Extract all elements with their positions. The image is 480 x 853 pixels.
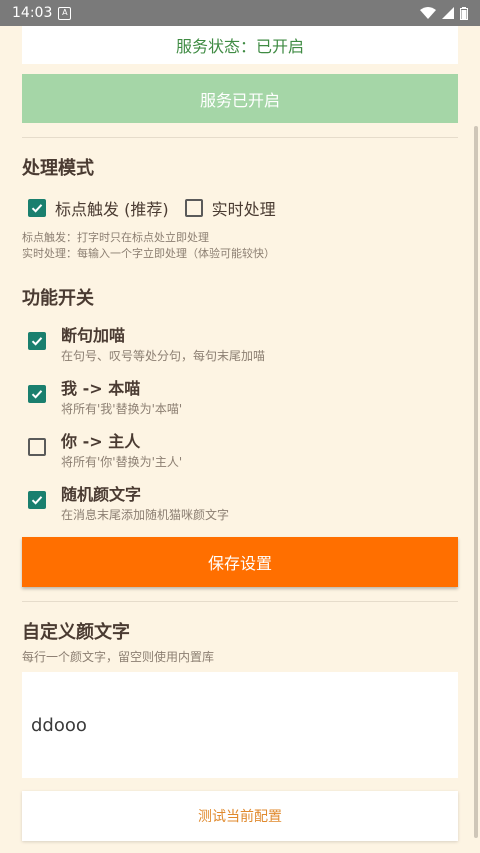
service-status-text: 服务状态：已开启 [175, 37, 304, 56]
feature-description: 在句号、叹号等处分句，每句末尾加喵 [61, 349, 266, 363]
feature-description: 将所有'我'替换为'本喵' [61, 402, 183, 416]
feature-title: 我 -> 本喵 [61, 379, 141, 398]
checkbox-unchecked-icon[interactable] [28, 438, 46, 456]
divider [22, 137, 458, 138]
signal-icon [442, 7, 454, 19]
test-config-button[interactable]: 测试当前配置 [22, 791, 458, 841]
features-section-title: 功能开关 [22, 288, 94, 309]
mode-option-realtime[interactable]: 实时处理 [184, 196, 276, 220]
notification-icon: A [58, 6, 72, 20]
save-settings-button[interactable]: 保存设置 [22, 537, 458, 587]
feature-title: 你 -> 主人 [61, 432, 141, 451]
feature-item-random-kaomoji[interactable]: 随机颜文字 在消息末尾添加随机猫咪颜文字 [28, 484, 229, 524]
mode-option-punctuation[interactable]: 标点触发 (推荐) [28, 196, 169, 220]
feature-description: 在消息末尾添加随机猫咪颜文字 [61, 508, 230, 522]
custom-kaomoji-input[interactable]: ddooo [22, 672, 458, 778]
divider [22, 601, 458, 602]
feature-title: 断句加喵 [61, 326, 126, 345]
scrollbar[interactable] [474, 126, 478, 838]
mode-hint-line: 实时处理：每输入一个字立即处理（体验可能较快） [22, 247, 275, 260]
checkbox-unchecked-icon[interactable] [184, 199, 203, 217]
mode-hint-line: 标点触发：打字时只在标点处立即处理 [22, 231, 209, 244]
custom-hint: 每行一个颜文字，留空则使用内置库 [22, 650, 215, 664]
status-bar: 14:03 A [0, 0, 480, 26]
clock: 14:03 [12, 5, 53, 21]
checkbox-checked-icon[interactable] [28, 332, 46, 350]
checkbox-checked-icon[interactable] [28, 199, 46, 217]
feature-item-sentence-meow[interactable]: 断句加喵 在句号、叹号等处分句，每句末尾加喵 [28, 325, 265, 365]
battery-icon [460, 6, 468, 20]
feature-description: 将所有'你'替换为'主人' [61, 455, 183, 469]
save-settings-label: 保存设置 [207, 554, 272, 573]
feature-item-me-replace[interactable]: 我 -> 本喵 将所有'我'替换为'本喵' [28, 378, 182, 418]
feature-item-you-replace[interactable]: 你 -> 主人 将所有'你'替换为'主人' [28, 431, 182, 471]
mode-section-title: 处理模式 [22, 158, 94, 179]
checkbox-checked-icon[interactable] [28, 385, 46, 403]
custom-kaomoji-value: ddooo [31, 714, 87, 736]
mode-option-label: 实时处理 [211, 200, 276, 219]
custom-section-title: 自定义颜文字 [22, 622, 130, 643]
feature-title: 随机颜文字 [61, 485, 142, 504]
service-toggle-button[interactable]: 服务已开启 [22, 74, 458, 123]
service-toggle-label: 服务已开启 [199, 90, 280, 110]
mode-option-label: 标点触发 (推荐) [55, 200, 169, 219]
test-config-label: 测试当前配置 [198, 809, 282, 825]
mode-hints: 标点触发：打字时只在标点处立即处理 实时处理：每输入一个字立即处理（体验可能较快… [22, 230, 275, 262]
service-status-card: 服务状态：已开启 [22, 26, 458, 64]
checkbox-checked-icon[interactable] [28, 491, 46, 509]
wifi-icon [420, 7, 436, 19]
mode-options: 标点触发 (推荐) 实时处理 [28, 196, 276, 220]
